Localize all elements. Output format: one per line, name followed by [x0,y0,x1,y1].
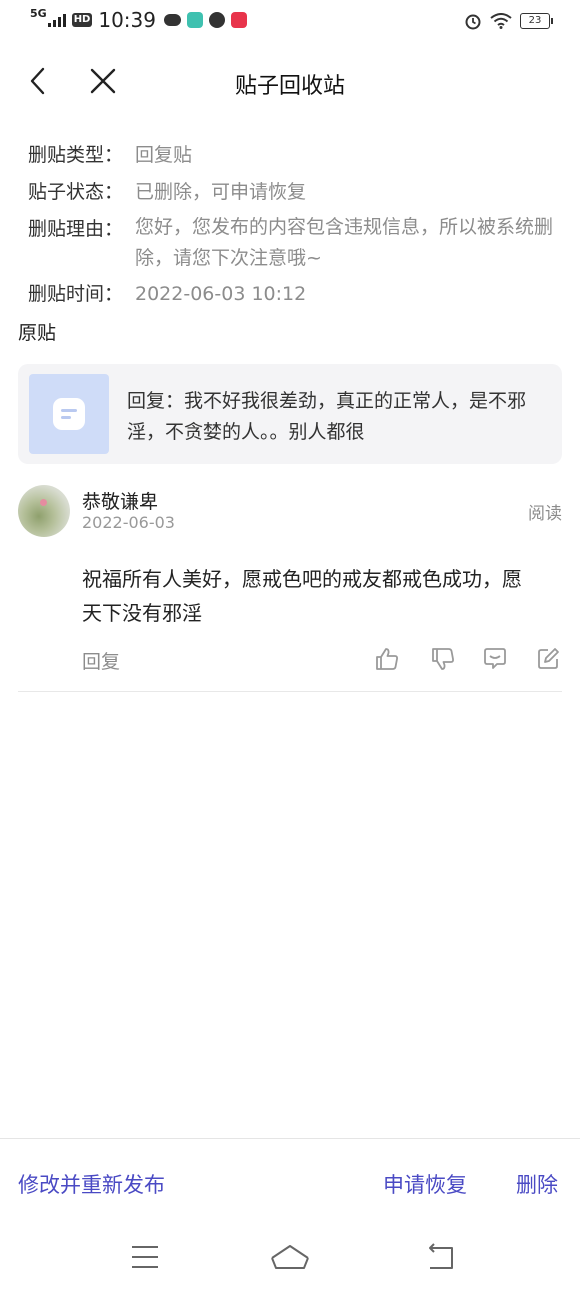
page-title: 贴子回收站 [234,74,345,99]
avatar[interactable] [18,485,70,537]
system-nav-bar [0,1240,580,1280]
signal-icon [47,13,66,27]
home-icon[interactable] [268,1240,309,1274]
menu-icon[interactable] [126,1240,166,1274]
xiaohongshu-icon [231,12,247,28]
comment-actions [374,646,564,674]
edit-icon[interactable] [535,646,561,672]
original-post-card[interactable]: 回复：我不好我很差劲，真正的正常人，是不邪淫，不贪婪的人。。别人都很 [18,364,562,464]
original-post-title: 原贴 [18,322,57,344]
hd-badge: HD [71,13,93,27]
comment-icon[interactable] [482,646,508,672]
delete-button[interactable]: 删除 [516,1169,558,1199]
app-logo-icon [53,398,85,430]
post-thumbnail [29,374,109,454]
boss-app-icon [187,12,203,28]
delete-time-row: 删贴时间： 2022-06-03 10:12 [28,277,568,311]
delete-type-value: 回复贴 [135,144,193,166]
comment-username[interactable]: 恭敬谦卑 [82,487,158,514]
status-bar: 5G HD 10:39 23 [0,0,580,44]
wifi-icon [490,13,512,29]
delete-reason-label: 删贴理由： [28,218,124,240]
post-status-row: 贴子状态： 已删除，可申请恢复 [28,175,568,209]
comment-date: 2022-06-03 [82,513,175,532]
original-post-text: 回复：我不好我很差劲，真正的正常人，是不邪淫，不贪婪的人。。别人都很 [127,390,527,443]
reply-button[interactable]: 回复 [82,647,120,674]
status-time: 10:39 [98,8,156,32]
divider [18,691,562,692]
comment-text: 祝福所有人美好，愿戒色吧的戒友都戒色成功，愿天下没有邪淫 [82,567,522,625]
battery-icon: 23 [520,13,553,29]
cloud-icon [164,14,181,26]
delete-reason-value: 您好，您发布的内容包含违规信息，所以被系统删除，请您下次注意哦~ [135,216,554,269]
delete-time-label: 删贴时间： [28,283,124,305]
delete-reason-row: 删贴理由： 您好，您发布的内容包含违规信息，所以被系统删除，请您下次注意哦~ [28,212,568,274]
alarm-icon [465,14,481,30]
compass-icon [209,12,225,28]
thumbs-up-icon[interactable] [374,646,400,672]
post-status-label: 贴子状态： [28,181,124,203]
delete-type-row: 删贴类型： 回复贴 [28,138,568,172]
network-type: 5G [30,7,47,20]
delete-time-value: 2022-06-03 10:12 [135,283,307,305]
back-nav-icon[interactable] [422,1240,462,1274]
delete-type-label: 删贴类型： [28,144,124,166]
thumbs-down-icon[interactable] [430,646,456,672]
read-link[interactable]: 阅读 [528,499,562,524]
request-restore-button[interactable]: 申请恢复 [383,1169,467,1199]
edit-republish-button[interactable]: 修改并重新发布 [18,1169,165,1199]
nav-bar: 贴子回收站 [0,56,580,108]
deletion-info: 删贴类型： 回复贴 贴子状态： 已删除，可申请恢复 删贴理由： 您好，您发布的内… [28,138,568,314]
post-status-value: 已删除，可申请恢复 [135,181,307,203]
